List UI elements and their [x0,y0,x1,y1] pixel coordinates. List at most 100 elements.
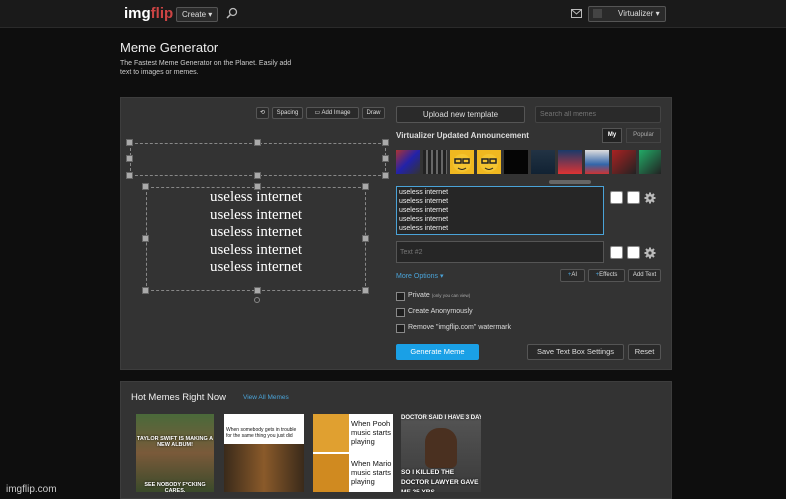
resize-handle[interactable] [254,172,261,179]
anonymous-checkbox[interactable] [396,308,405,317]
avatar [593,9,602,19]
resize-handle[interactable] [254,183,261,190]
search-icon[interactable] [226,7,238,19]
ai-button[interactable]: +AI [560,269,585,282]
resize-handle[interactable] [382,139,389,146]
generate-meme-button[interactable]: Generate Meme [396,344,479,360]
outline-color-swatch[interactable] [627,191,640,204]
page-title: Meme Generator [120,40,219,55]
template-title: Virtualizer Updated Announcement [396,131,529,140]
template-thumb[interactable] [396,150,420,174]
rotate-handle-icon[interactable] [254,297,260,303]
save-settings-button[interactable]: Save Text Box Settings [527,344,624,360]
private-checkbox[interactable] [396,292,405,301]
mail-icon[interactable] [571,9,582,18]
meme-caption: When somebody gets in trouble for the sa… [226,427,297,439]
private-note: (only you can view) [431,293,471,298]
add-image-label: Add Image [321,110,351,116]
reset-button[interactable]: Reset [628,344,661,360]
add-text-button[interactable]: Add Text [628,269,661,282]
meme-caption: TAYLOR SWIFT IS MAKING A NEW ALBUM! [136,436,214,448]
effects-label: Effects [599,272,618,278]
text-box-1-input[interactable]: useless internet useless internet useles… [396,186,604,235]
template-thumb[interactable] [423,150,447,174]
ai-label: AI [571,272,578,278]
template-thumb[interactable] [612,150,636,174]
resize-handle[interactable] [362,287,369,294]
resize-handle[interactable] [126,155,133,162]
tab-my[interactable]: My [602,128,622,143]
view-all-memes-link[interactable]: View All Memes [243,394,289,401]
template-thumb[interactable] [639,150,661,174]
resize-handle[interactable] [362,183,369,190]
add-image-button[interactable]: ▭ Add Image [306,107,359,119]
tab-popular[interactable]: Popular [626,128,661,143]
outline-color-swatch[interactable] [627,246,640,259]
page-subtitle: The Fastest Meme Generator on the Planet… [120,60,292,76]
resize-handle[interactable] [142,235,149,242]
meme-caption: When Mario music starts playing [351,459,392,486]
template-thumb[interactable] [504,150,528,174]
meme-line: useless internet [209,189,303,205]
resize-handle[interactable] [382,172,389,179]
resize-handle[interactable] [362,235,369,242]
template-thumb[interactable] [585,150,609,174]
spacing-button[interactable]: Spacing [272,107,303,119]
user-menu-button[interactable]: Virtualizer ▾ [588,6,666,22]
meme-line: useless internet [209,259,303,276]
template-thumb[interactable] [531,150,555,174]
private-label: Private (only you can view) [408,292,470,299]
meme-caption: SEE NOBODY F*CKING CARES. [144,482,206,492]
imgflip-logo[interactable]: imgflip [124,5,173,22]
hot-meme-thumb[interactable]: DOCTOR SAID I HAVE 3 DAYS LEFT SO I KILL… [401,414,481,492]
meme-caption: DOCTOR SAID I HAVE 3 DAYS LEFT [401,415,481,421]
upload-template-button[interactable]: Upload new template [396,106,525,123]
text-line: useless internet [399,216,449,223]
logo-text: img [124,5,151,22]
template-thumb[interactable] [450,150,474,174]
template-thumb[interactable] [477,150,501,174]
resize-handle[interactable] [142,183,149,190]
pooh-image [313,414,349,452]
nerd-emoji-icon [480,154,498,172]
search-memes-input[interactable] [535,106,661,123]
remove-watermark-label: Remove "imgflip.com" watermark [408,324,511,331]
remove-watermark-checkbox[interactable] [396,324,405,333]
resize-handle[interactable] [254,139,261,146]
text-line: useless internet [399,207,449,214]
template-scrollbar[interactable] [549,180,591,184]
create-button[interactable]: Create ▾ [176,7,219,22]
gear-icon[interactable] [644,192,656,204]
logo-accent-text: flip [150,5,174,22]
text-line: useless internet [399,225,449,232]
template-thumb[interactable] [558,150,582,174]
hot-meme-thumb[interactable]: When somebody gets in trouble for the sa… [224,414,304,492]
text-color-swatch[interactable] [610,191,623,204]
resize-handle[interactable] [142,287,149,294]
text-box-2-input[interactable] [396,241,604,263]
meme-line: useless internet [209,224,303,241]
hot-meme-thumb[interactable]: When Pooh music starts playing When Mari… [313,414,393,492]
meme-text: useless internet useless internet useles… [146,189,366,277]
resize-handle[interactable] [126,139,133,146]
resize-handle[interactable] [254,287,261,294]
more-options-link[interactable]: More Options ▾ [396,272,443,280]
meme-caption: SO I KILLED THE DOCTOR LAWYER GAVE ME 25… [401,469,479,492]
meme-caption: When Pooh music starts playing [351,419,392,446]
meme-line: useless internet [209,206,303,223]
man-image [425,428,457,468]
user-name: Virtualizer ▾ [618,9,660,18]
rotate-button[interactable]: ⟲ [256,107,269,119]
resize-handle[interactable] [382,155,389,162]
effects-button[interactable]: +Effects [588,269,625,282]
pooh-image [313,454,349,492]
hot-meme-thumb[interactable]: TAYLOR SWIFT IS MAKING A NEW ALBUM! SEE … [136,414,214,492]
resize-handle[interactable] [126,172,133,179]
top-navbar [0,0,786,28]
monkey-image [224,444,304,492]
anonymous-label: Create Anonymously [408,308,473,315]
text-color-swatch[interactable] [610,246,623,259]
gear-icon[interactable] [644,247,656,259]
text-line: useless internet [399,198,449,205]
draw-button[interactable]: Draw [362,107,385,119]
